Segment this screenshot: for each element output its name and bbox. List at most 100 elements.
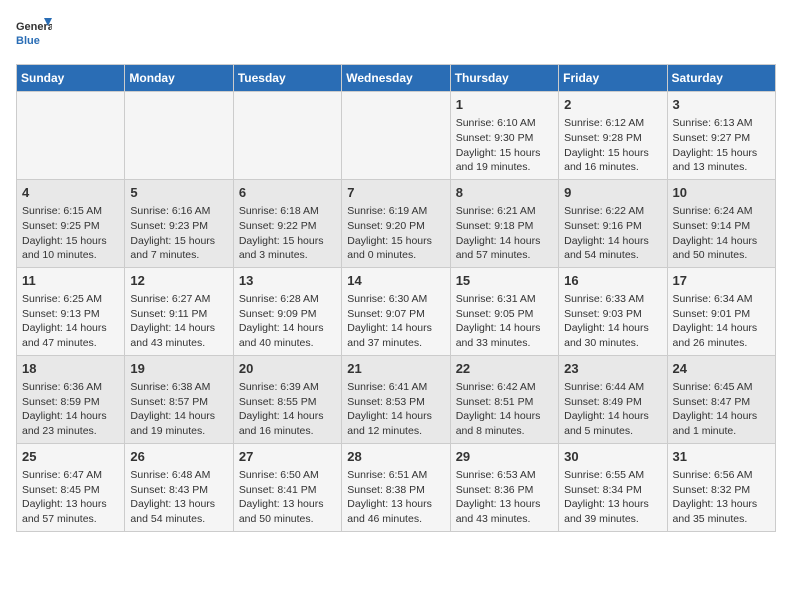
day-info: Sunset: 8:36 PM <box>456 483 553 498</box>
day-info: Sunset: 8:57 PM <box>130 395 227 410</box>
day-number: 2 <box>564 96 661 114</box>
day-number: 13 <box>239 272 336 290</box>
day-number: 10 <box>673 184 770 202</box>
day-info: and 35 minutes. <box>673 512 770 527</box>
day-info: Daylight: 14 hours <box>22 321 119 336</box>
day-number: 12 <box>130 272 227 290</box>
day-number: 23 <box>564 360 661 378</box>
day-info: Sunset: 9:18 PM <box>456 219 553 234</box>
calendar-cell: 5Sunrise: 6:16 AMSunset: 9:23 PMDaylight… <box>125 179 233 267</box>
day-info: Sunset: 8:34 PM <box>564 483 661 498</box>
day-info: Sunrise: 6:56 AM <box>673 468 770 483</box>
day-info: Daylight: 14 hours <box>673 321 770 336</box>
day-info: Sunrise: 6:13 AM <box>673 116 770 131</box>
column-header-friday: Friday <box>559 65 667 92</box>
day-info: Daylight: 14 hours <box>22 409 119 424</box>
day-info: Sunrise: 6:22 AM <box>564 204 661 219</box>
day-number: 25 <box>22 448 119 466</box>
calendar-cell: 8Sunrise: 6:21 AMSunset: 9:18 PMDaylight… <box>450 179 558 267</box>
day-info: Sunset: 9:16 PM <box>564 219 661 234</box>
header: General Blue <box>16 16 776 52</box>
day-info: Sunset: 9:28 PM <box>564 131 661 146</box>
calendar-cell: 23Sunrise: 6:44 AMSunset: 8:49 PMDayligh… <box>559 355 667 443</box>
day-number: 21 <box>347 360 444 378</box>
day-info: and 30 minutes. <box>564 336 661 351</box>
day-info: Daylight: 15 hours <box>347 234 444 249</box>
day-info: and 16 minutes. <box>239 424 336 439</box>
week-row-1: 1Sunrise: 6:10 AMSunset: 9:30 PMDaylight… <box>17 92 776 180</box>
day-info: Sunrise: 6:31 AM <box>456 292 553 307</box>
day-info: Sunset: 8:51 PM <box>456 395 553 410</box>
day-info: Sunrise: 6:25 AM <box>22 292 119 307</box>
day-number: 16 <box>564 272 661 290</box>
day-info: Sunset: 8:59 PM <box>22 395 119 410</box>
day-info: Sunrise: 6:12 AM <box>564 116 661 131</box>
week-row-3: 11Sunrise: 6:25 AMSunset: 9:13 PMDayligh… <box>17 267 776 355</box>
column-header-monday: Monday <box>125 65 233 92</box>
day-info: Daylight: 14 hours <box>239 321 336 336</box>
calendar-cell: 15Sunrise: 6:31 AMSunset: 9:05 PMDayligh… <box>450 267 558 355</box>
day-info: and 46 minutes. <box>347 512 444 527</box>
calendar-cell: 2Sunrise: 6:12 AMSunset: 9:28 PMDaylight… <box>559 92 667 180</box>
day-number: 9 <box>564 184 661 202</box>
day-info: and 23 minutes. <box>22 424 119 439</box>
calendar-cell: 28Sunrise: 6:51 AMSunset: 8:38 PMDayligh… <box>342 443 450 531</box>
calendar-cell: 9 Sunrise: 6:22 AMSunset: 9:16 PMDaylight… <box>559 179 667 267</box>
day-number: 19 <box>130 360 227 378</box>
day-info: Sunset: 9:09 PM <box>239 307 336 322</box>
day-number: 11 <box>22 272 119 290</box>
day-info: and 19 minutes. <box>130 424 227 439</box>
day-info: Sunrise: 6:47 AM <box>22 468 119 483</box>
column-header-wednesday: Wednesday <box>342 65 450 92</box>
calendar-cell <box>233 92 341 180</box>
day-info: Daylight: 13 hours <box>347 497 444 512</box>
day-info: Sunrise: 6:36 AM <box>22 380 119 395</box>
day-info: Daylight: 14 hours <box>347 409 444 424</box>
day-info: Daylight: 13 hours <box>239 497 336 512</box>
day-info: Sunrise: 6:50 AM <box>239 468 336 483</box>
day-info: Sunset: 9:20 PM <box>347 219 444 234</box>
day-info: and 3 minutes. <box>239 248 336 263</box>
day-info: Sunset: 9:25 PM <box>22 219 119 234</box>
calendar-cell: 4Sunrise: 6:15 AMSunset: 9:25 PMDaylight… <box>17 179 125 267</box>
day-info: Sunset: 8:45 PM <box>22 483 119 498</box>
day-info: Sunset: 8:53 PM <box>347 395 444 410</box>
day-number: 15 <box>456 272 553 290</box>
week-row-4: 18Sunrise: 6:36 AMSunset: 8:59 PMDayligh… <box>17 355 776 443</box>
day-info: Daylight: 13 hours <box>564 497 661 512</box>
day-info: and 26 minutes. <box>673 336 770 351</box>
day-info: Sunset: 9:03 PM <box>564 307 661 322</box>
calendar-cell: 31Sunrise: 6:56 AMSunset: 8:32 PMDayligh… <box>667 443 775 531</box>
day-info: Daylight: 15 hours <box>130 234 227 249</box>
day-number: 29 <box>456 448 553 466</box>
day-info: Sunrise: 6:18 AM <box>239 204 336 219</box>
day-info: Sunrise: 6:55 AM <box>564 468 661 483</box>
day-info: Daylight: 14 hours <box>564 234 661 249</box>
day-info: Sunrise: 6:42 AM <box>456 380 553 395</box>
day-number: 7 <box>347 184 444 202</box>
day-info: Sunrise: 6:39 AM <box>239 380 336 395</box>
day-info: Daylight: 14 hours <box>456 321 553 336</box>
calendar-cell: 30Sunrise: 6:55 AMSunset: 8:34 PMDayligh… <box>559 443 667 531</box>
day-info: Daylight: 15 hours <box>239 234 336 249</box>
day-info: and 33 minutes. <box>456 336 553 351</box>
calendar-cell: 24Sunrise: 6:45 AMSunset: 8:47 PMDayligh… <box>667 355 775 443</box>
day-number: 14 <box>347 272 444 290</box>
day-info: and 50 minutes. <box>673 248 770 263</box>
day-info: Sunset: 8:55 PM <box>239 395 336 410</box>
day-info: and 47 minutes. <box>22 336 119 351</box>
logo: General Blue <box>16 16 52 52</box>
calendar-cell <box>17 92 125 180</box>
day-info: Sunrise: 6:10 AM <box>456 116 553 131</box>
day-info: Sunset: 9:01 PM <box>673 307 770 322</box>
day-info: Daylight: 14 hours <box>130 321 227 336</box>
day-info: Sunrise: 6:24 AM <box>673 204 770 219</box>
day-info: and 12 minutes. <box>347 424 444 439</box>
day-number: 4 <box>22 184 119 202</box>
day-info: Sunrise: 6:44 AM <box>564 380 661 395</box>
day-number: 28 <box>347 448 444 466</box>
day-info: Sunset: 8:43 PM <box>130 483 227 498</box>
calendar-cell: 3Sunrise: 6:13 AMSunset: 9:27 PMDaylight… <box>667 92 775 180</box>
day-info: Sunrise: 6:38 AM <box>130 380 227 395</box>
day-info: and 54 minutes. <box>564 248 661 263</box>
